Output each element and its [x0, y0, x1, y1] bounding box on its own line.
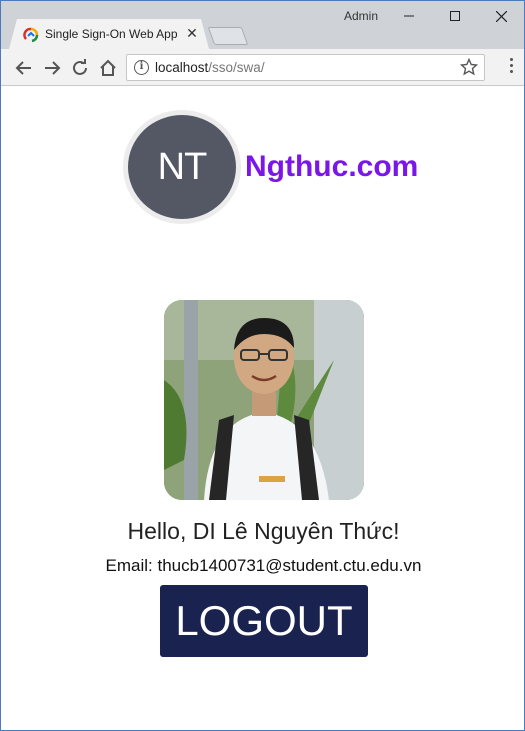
browser-tab[interactable]: Single Sign-On Web App ✕ — [9, 19, 209, 49]
reload-button[interactable] — [69, 57, 91, 79]
tab-title: Single Sign-On Web App — [45, 27, 178, 41]
user-label: Admin — [343, 9, 378, 23]
home-icon — [100, 59, 116, 76]
brand-name[interactable]: Ngthuc.com — [245, 150, 418, 184]
close-window-button[interactable] — [478, 1, 524, 31]
info-icon[interactable]: i — [134, 60, 149, 75]
url-host: localhost — [155, 60, 209, 75]
window-controls — [386, 1, 524, 31]
browser-window: Admin Single Sign-On Web App ✕ i localho… — [0, 0, 525, 731]
menu-dots-icon[interactable] — [508, 58, 514, 78]
address-bar[interactable]: i localhost/sso/swa/ — [126, 54, 485, 81]
back-arrow-icon — [15, 61, 31, 75]
greeting-text: Hello, DI Lê Nguyên Thức! — [127, 518, 400, 544]
minimize-icon — [404, 15, 414, 17]
logout-button[interactable]: LOGOUT — [160, 585, 368, 657]
new-tab-button[interactable] — [207, 27, 249, 45]
bookmark-star-icon[interactable] — [460, 58, 478, 76]
avatar — [164, 300, 364, 500]
reload-icon — [73, 59, 87, 75]
email-text: Email: thucb1400731@student.ctu.edu.vn — [105, 556, 422, 575]
close-icon — [495, 10, 507, 22]
back-button[interactable] — [13, 57, 35, 79]
forward-button[interactable] — [41, 57, 63, 79]
maximize-button[interactable] — [432, 1, 478, 31]
forward-arrow-icon — [45, 61, 61, 75]
app-favicon-icon — [23, 27, 39, 43]
page-content: NT Ngthuc.com Hello, DI Lê Nguyên Thức! … — [1, 86, 524, 730]
minimize-button[interactable] — [386, 1, 432, 31]
logo-initials: NT — [128, 115, 236, 219]
browser-toolbar: i localhost/sso/swa/ — [1, 49, 524, 86]
profile-photo — [164, 300, 364, 500]
tab-close-icon[interactable]: ✕ — [185, 26, 199, 40]
url-text[interactable]: localhost/sso/swa/ — [155, 60, 265, 75]
title-bar: Admin Single Sign-On Web App ✕ — [1, 1, 524, 49]
maximize-icon — [450, 11, 460, 21]
url-path: /sso/swa/ — [208, 60, 265, 75]
home-button[interactable] — [97, 57, 119, 79]
logo-circle: NT — [123, 110, 241, 224]
